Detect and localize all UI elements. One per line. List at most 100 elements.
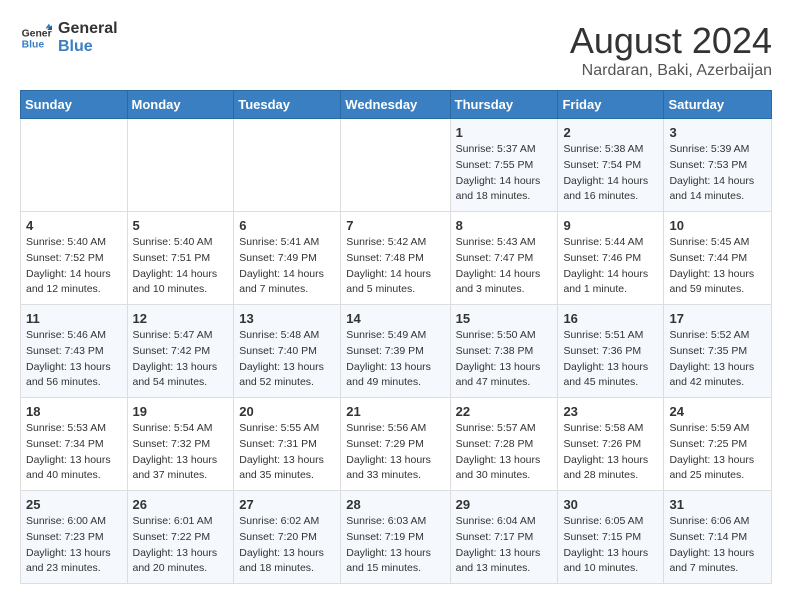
day-info: Sunrise: 5:57 AMSunset: 7:28 PMDaylight:…: [456, 421, 553, 484]
day-cell: 28 Sunrise: 6:03 AMSunset: 7:19 PMDayligh…: [341, 491, 450, 584]
day-number: 3: [669, 125, 766, 140]
day-number: 9: [563, 218, 658, 233]
day-info: Sunrise: 5:41 AMSunset: 7:49 PMDaylight:…: [239, 235, 335, 298]
day-number: 30: [563, 497, 658, 512]
day-number: 10: [669, 218, 766, 233]
day-number: 25: [26, 497, 122, 512]
day-cell: 1 Sunrise: 5:37 AMSunset: 7:55 PMDaylight…: [450, 119, 558, 212]
day-number: 4: [26, 218, 122, 233]
day-info: Sunrise: 6:02 AMSunset: 7:20 PMDaylight:…: [239, 514, 335, 577]
day-number: 16: [563, 311, 658, 326]
day-info: Sunrise: 6:03 AMSunset: 7:19 PMDaylight:…: [346, 514, 444, 577]
day-number: 15: [456, 311, 553, 326]
week-row-5: 25Sunrise: 6:00 AMSunset: 7:23 PMDayligh…: [21, 491, 772, 584]
day-number: 17: [669, 311, 766, 326]
day-number: 21: [346, 404, 444, 419]
day-number: 7: [346, 218, 444, 233]
day-cell: 25Sunrise: 6:00 AMSunset: 7:23 PMDayligh…: [21, 491, 128, 584]
day-cell: 5Sunrise: 5:40 AMSunset: 7:51 PMDaylight…: [127, 212, 234, 305]
header-cell-monday: Monday: [127, 91, 234, 119]
day-info: Sunrise: 6:05 AMSunset: 7:15 PMDaylight:…: [563, 514, 658, 577]
day-cell: 30 Sunrise: 6:05 AMSunset: 7:15 PMDayligh…: [558, 491, 664, 584]
day-info: Sunrise: 5:46 AMSunset: 7:43 PMDaylight:…: [26, 328, 122, 391]
day-cell: 12Sunrise: 5:47 AMSunset: 7:42 PMDayligh…: [127, 305, 234, 398]
header-cell-wednesday: Wednesday: [341, 91, 450, 119]
calendar-table: SundayMondayTuesdayWednesdayThursdayFrid…: [20, 90, 772, 584]
logo-line1: General: [58, 20, 118, 38]
day-cell: 17 Sunrise: 5:52 AMSunset: 7:35 PMDayligh…: [664, 305, 772, 398]
calendar-subtitle: Nardaran, Baki, Azerbaijan: [570, 62, 772, 80]
day-number: 27: [239, 497, 335, 512]
logo-line2: Blue: [58, 38, 118, 56]
day-cell: 13Sunrise: 5:48 AMSunset: 7:40 PMDayligh…: [234, 305, 341, 398]
logo: General Blue General Blue: [20, 20, 118, 55]
day-info: Sunrise: 5:42 AMSunset: 7:48 PMDaylight:…: [346, 235, 444, 298]
day-cell: 24 Sunrise: 5:59 AMSunset: 7:25 PMDayligh…: [664, 398, 772, 491]
day-info: Sunrise: 5:59 AMSunset: 7:25 PMDaylight:…: [669, 421, 766, 484]
day-info: Sunrise: 5:49 AMSunset: 7:39 PMDaylight:…: [346, 328, 444, 391]
day-number: 29: [456, 497, 553, 512]
day-info: Sunrise: 5:51 AMSunset: 7:36 PMDaylight:…: [563, 328, 658, 391]
day-cell: 4 Sunrise: 5:40 AMSunset: 7:52 PMDaylight…: [21, 212, 128, 305]
day-cell: 31 Sunrise: 6:06 AMSunset: 7:14 PMDayligh…: [664, 491, 772, 584]
day-info: Sunrise: 5:48 AMSunset: 7:40 PMDaylight:…: [239, 328, 335, 391]
day-info: Sunrise: 5:50 AMSunset: 7:38 PMDaylight:…: [456, 328, 553, 391]
week-row-2: 4 Sunrise: 5:40 AMSunset: 7:52 PMDaylight…: [21, 212, 772, 305]
day-info: Sunrise: 5:47 AMSunset: 7:42 PMDaylight:…: [133, 328, 229, 391]
svg-text:Blue: Blue: [22, 39, 45, 50]
day-number: 2: [563, 125, 658, 140]
day-cell: 2Sunrise: 5:38 AMSunset: 7:54 PMDaylight…: [558, 119, 664, 212]
day-info: Sunrise: 5:55 AMSunset: 7:31 PMDaylight:…: [239, 421, 335, 484]
day-cell: 26Sunrise: 6:01 AMSunset: 7:22 PMDayligh…: [127, 491, 234, 584]
day-number: 31: [669, 497, 766, 512]
day-info: Sunrise: 5:58 AMSunset: 7:26 PMDaylight:…: [563, 421, 658, 484]
day-number: 14: [346, 311, 444, 326]
week-row-4: 18Sunrise: 5:53 AMSunset: 7:34 PMDayligh…: [21, 398, 772, 491]
day-cell: 14 Sunrise: 5:49 AMSunset: 7:39 PMDayligh…: [341, 305, 450, 398]
day-cell: 29 Sunrise: 6:04 AMSunset: 7:17 PMDayligh…: [450, 491, 558, 584]
page-header: General Blue General Blue August 2024 Na…: [20, 20, 772, 80]
day-info: Sunrise: 5:52 AMSunset: 7:35 PMDaylight:…: [669, 328, 766, 391]
day-info: Sunrise: 5:40 AMSunset: 7:52 PMDaylight:…: [26, 235, 122, 298]
day-cell: 6 Sunrise: 5:41 AMSunset: 7:49 PMDaylight…: [234, 212, 341, 305]
week-row-1: 1 Sunrise: 5:37 AMSunset: 7:55 PMDaylight…: [21, 119, 772, 212]
day-cell: 8 Sunrise: 5:43 AMSunset: 7:47 PMDaylight…: [450, 212, 558, 305]
day-cell: [127, 119, 234, 212]
day-info: Sunrise: 5:40 AMSunset: 7:51 PMDaylight:…: [133, 235, 229, 298]
day-number: 19: [133, 404, 229, 419]
day-number: 26: [133, 497, 229, 512]
day-cell: 9 Sunrise: 5:44 AMSunset: 7:46 PMDaylight…: [558, 212, 664, 305]
day-cell: 16 Sunrise: 5:51 AMSunset: 7:36 PMDayligh…: [558, 305, 664, 398]
day-number: 11: [26, 311, 122, 326]
header-cell-saturday: Saturday: [664, 91, 772, 119]
day-info: Sunrise: 5:37 AMSunset: 7:55 PMDaylight:…: [456, 142, 553, 205]
day-number: 8: [456, 218, 553, 233]
day-cell: 20Sunrise: 5:55 AMSunset: 7:31 PMDayligh…: [234, 398, 341, 491]
day-number: 18: [26, 404, 122, 419]
logo-icon: General Blue: [20, 22, 52, 54]
day-number: 6: [239, 218, 335, 233]
day-cell: [21, 119, 128, 212]
header-cell-thursday: Thursday: [450, 91, 558, 119]
header-cell-sunday: Sunday: [21, 91, 128, 119]
day-cell: 21Sunrise: 5:56 AMSunset: 7:29 PMDayligh…: [341, 398, 450, 491]
day-info: Sunrise: 6:06 AMSunset: 7:14 PMDaylight:…: [669, 514, 766, 577]
day-cell: 11 Sunrise: 5:46 AMSunset: 7:43 PMDayligh…: [21, 305, 128, 398]
day-number: 22: [456, 404, 553, 419]
day-cell: 23 Sunrise: 5:58 AMSunset: 7:26 PMDayligh…: [558, 398, 664, 491]
day-cell: 7 Sunrise: 5:42 AMSunset: 7:48 PMDaylight…: [341, 212, 450, 305]
title-block: August 2024 Nardaran, Baki, Azerbaijan: [570, 20, 772, 80]
day-info: Sunrise: 5:44 AMSunset: 7:46 PMDaylight:…: [563, 235, 658, 298]
day-number: 24: [669, 404, 766, 419]
week-row-3: 11 Sunrise: 5:46 AMSunset: 7:43 PMDayligh…: [21, 305, 772, 398]
day-cell: 10 Sunrise: 5:45 AMSunset: 7:44 PMDayligh…: [664, 212, 772, 305]
day-cell: 27 Sunrise: 6:02 AMSunset: 7:20 PMDayligh…: [234, 491, 341, 584]
day-number: 23: [563, 404, 658, 419]
day-number: 28: [346, 497, 444, 512]
day-info: Sunrise: 5:43 AMSunset: 7:47 PMDaylight:…: [456, 235, 553, 298]
day-info: Sunrise: 5:39 AMSunset: 7:53 PMDaylight:…: [669, 142, 766, 205]
day-number: 1: [456, 125, 553, 140]
day-info: Sunrise: 6:04 AMSunset: 7:17 PMDaylight:…: [456, 514, 553, 577]
day-info: Sunrise: 5:45 AMSunset: 7:44 PMDaylight:…: [669, 235, 766, 298]
day-cell: 18Sunrise: 5:53 AMSunset: 7:34 PMDayligh…: [21, 398, 128, 491]
